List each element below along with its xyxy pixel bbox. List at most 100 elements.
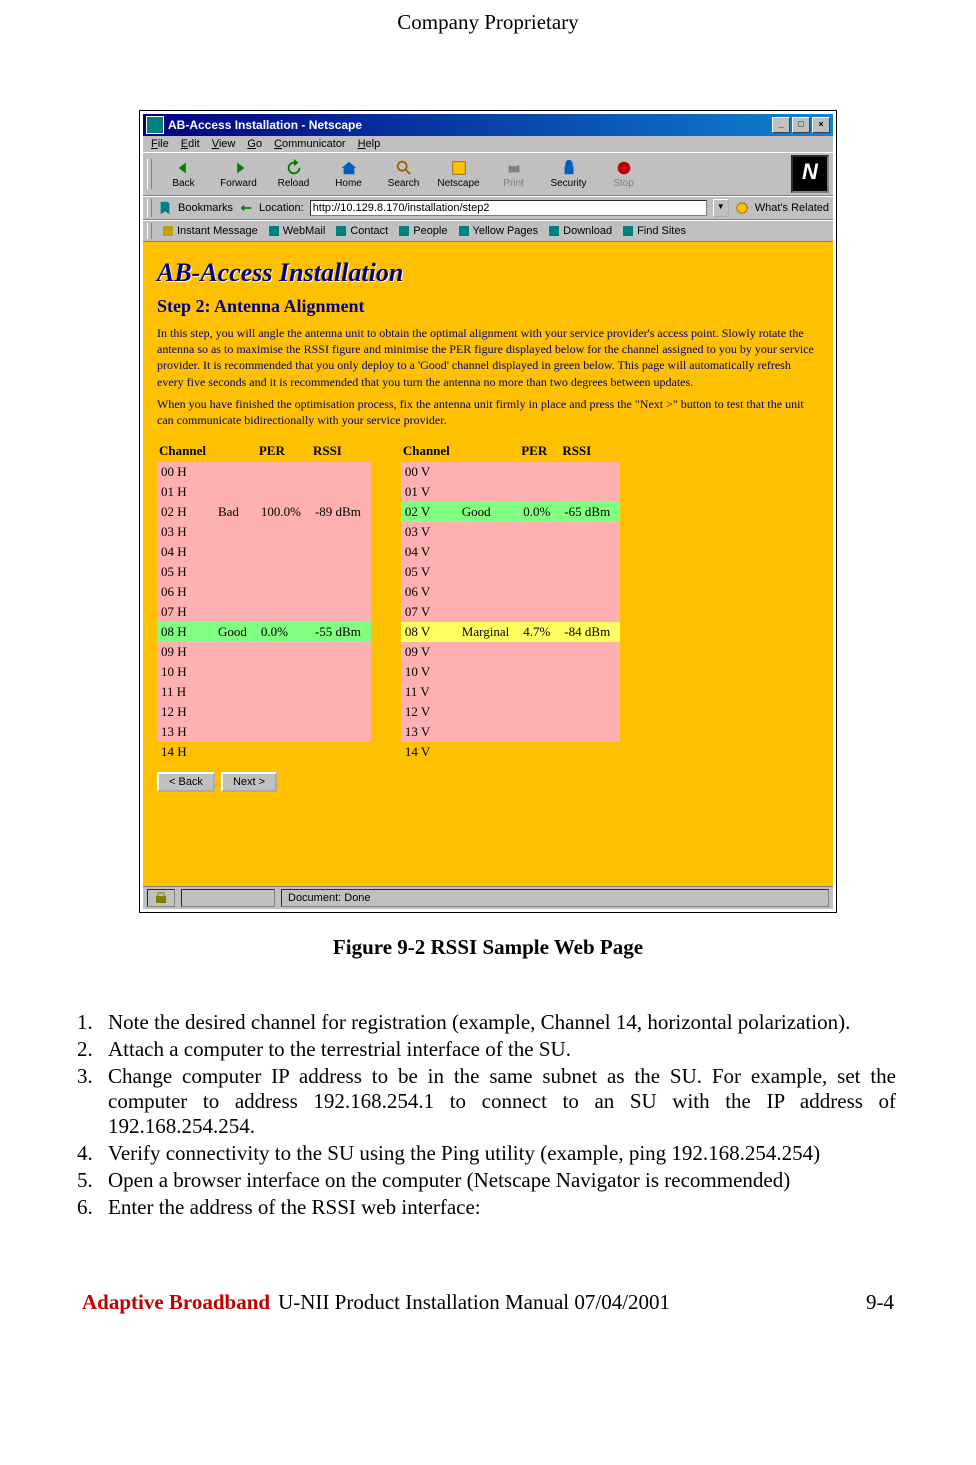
home-icon [339,159,359,177]
toolbar-label: Forward [220,178,257,189]
screenshot-figure: AB-Access Installation - Netscape _ □ × … [139,110,837,913]
cell-channel: 03 H [157,522,214,542]
cell-per [519,482,560,502]
bookmarks-icon[interactable] [158,201,172,215]
table-row: 04 H [157,542,371,562]
linkbar-item[interactable]: People [398,225,447,237]
cell-rssi [560,582,620,602]
linkbar-item[interactable]: Download [548,225,612,237]
link-icon [458,225,470,237]
linkbar-label: Download [563,225,612,237]
channel-table-v: Channel PER RSSI 00 V01 V02 VGood0.0%-65… [401,442,620,762]
location-label: Location: [259,202,304,214]
linkbar-label: Instant Message [177,225,258,237]
minimize-button[interactable]: _ [772,117,790,133]
toolbar-stop-button[interactable]: Stop [596,159,651,189]
cell-per [519,542,560,562]
table-row: 02 VGood0.0%-65 dBm [401,502,620,522]
whats-related-icon[interactable] [735,201,749,215]
cell-per [519,582,560,602]
linkbar-item[interactable]: Find Sites [622,225,686,237]
instruction-item: Verify connectivity to the SU using the … [98,1141,896,1166]
close-button[interactable]: × [812,117,830,133]
back-icon [174,159,194,177]
cell-per [519,702,560,722]
cell-channel: 06 V [401,582,458,602]
toolbar-home-button[interactable]: Home [321,159,376,189]
status-icon-seg [147,889,175,907]
link-icon [268,225,280,237]
toolbar-netscape-button[interactable]: Netscape [431,159,486,189]
cell-per [257,642,311,662]
toolbar-search-button[interactable]: Search [376,159,431,189]
cell-per [519,722,560,742]
cell-per [519,602,560,622]
cell-quality [458,702,519,722]
linkbar-item[interactable]: Contact [335,225,388,237]
security-icon [559,159,579,177]
location-dropdown[interactable]: ▼ [713,199,729,217]
cell-per: 4.7% [519,622,560,642]
cell-per [257,742,311,762]
toolbar: Back Forward ReloadHomeSearchNetscape Print… [143,152,833,196]
cell-quality [458,642,519,662]
linkbar-label: Find Sites [637,225,686,237]
table-row: 13 V [401,722,620,742]
whats-related-label[interactable]: What's Related [755,202,829,214]
menu-file[interactable]: File [151,138,169,150]
menubar: File Edit View Go Communicator Help [143,136,833,152]
toolbar-label: Back [172,178,194,189]
toolbar-back-button[interactable]: Back [156,159,211,189]
toolbar-print-button[interactable]: Print [486,159,541,189]
cell-rssi: -84 dBm [560,622,620,642]
table-row: 10 V [401,662,620,682]
netscape-icon [449,159,469,177]
table-row: 03 V [401,522,620,542]
toolbar-label: Print [503,178,524,189]
cell-quality [214,682,257,702]
cell-channel: 10 H [157,662,214,682]
cell-per [519,462,560,482]
cell-quality [214,742,257,762]
cell-quality [458,602,519,622]
toolbar-forward-button[interactable]: Forward [211,159,266,189]
bookmarks-label[interactable]: Bookmarks [178,202,233,214]
channel-tables: Channel PER RSSI 00 H01 H02 HBad100.0%-8… [157,442,819,762]
table-row: 01 H [157,482,371,502]
location-input[interactable] [310,200,707,216]
cell-rssi [560,642,620,662]
menu-go[interactable]: Go [247,138,262,150]
cell-rssi [560,742,620,762]
linkbar-item[interactable]: Yellow Pages [458,225,539,237]
cell-per [519,742,560,762]
cell-rssi [311,702,371,722]
toolbar-security-button[interactable]: Security [541,159,596,189]
maximize-button[interactable]: □ [792,117,810,133]
menu-communicator[interactable]: Communicator [274,138,346,150]
menu-view[interactable]: View [212,138,236,150]
status-progress-seg [181,889,275,907]
page-footer: Adaptive Broadband U-NII Product Install… [0,1290,976,1315]
table-row: 04 V [401,542,620,562]
next-button[interactable]: Next > [221,772,277,792]
status-text: Document: Done [281,889,829,907]
cell-channel: 03 V [401,522,458,542]
back-button[interactable]: < Back [157,772,215,792]
lock-icon [154,892,168,904]
table-row: 00 H [157,462,371,482]
toolbar-reload-button[interactable]: Reload [266,159,321,189]
cell-rssi [560,722,620,742]
location-bar: Bookmarks Location: ▼ What's Related [143,196,833,220]
menu-edit[interactable]: Edit [181,138,200,150]
linkbar-item[interactable]: Instant Message [162,225,258,237]
cell-channel: 10 V [401,662,458,682]
th-per: PER [519,442,560,462]
cell-channel: 14 V [401,742,458,762]
cell-quality: Good [458,502,519,522]
cell-rssi [560,702,620,722]
cell-channel: 07 V [401,602,458,622]
cell-rssi [560,662,620,682]
linkbar-item[interactable]: WebMail [268,225,326,237]
table-row: 08 HGood0.0%-55 dBm [157,622,371,642]
menu-help[interactable]: Help [358,138,381,150]
